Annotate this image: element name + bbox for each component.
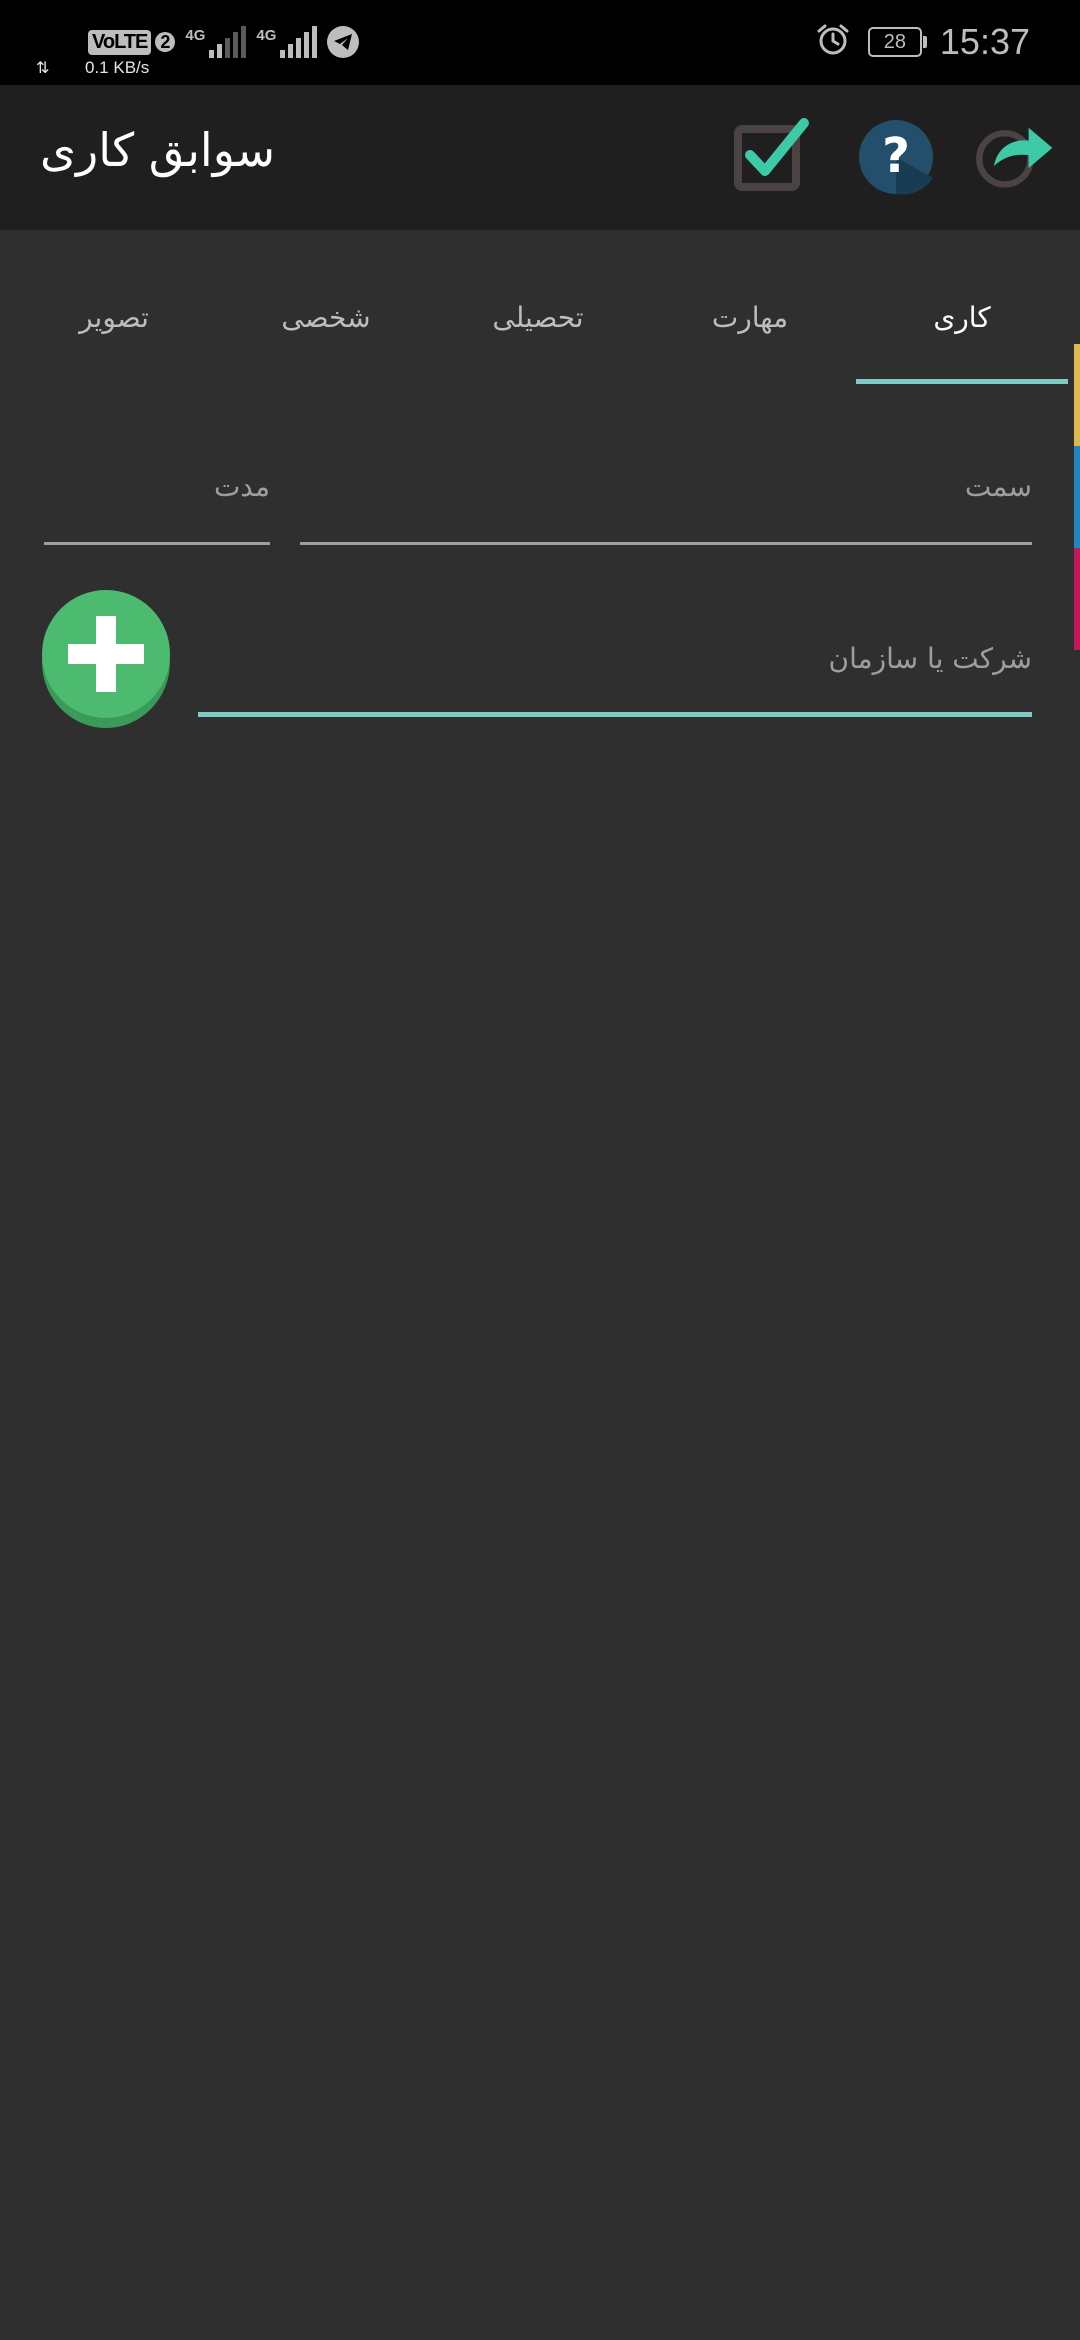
side-strip-yellow[interactable] [1074, 344, 1080, 446]
share-icon [976, 127, 1053, 188]
signal-group-2: 4G [256, 26, 318, 58]
share-button[interactable] [972, 115, 1056, 199]
plus-icon [42, 590, 170, 728]
status-right-icons: 28 15:37 [816, 18, 1030, 66]
data-transfer-icon: ⇅ [36, 58, 50, 77]
page-title: سوابق کاری [40, 123, 276, 177]
clock-time: 15:37 [939, 21, 1030, 62]
alarm-icon [816, 23, 850, 61]
help-button[interactable]: ? [854, 115, 938, 199]
company-input[interactable] [198, 628, 1032, 688]
tab-bar: کاری مهارت تحصیلی شخصی تصویر [0, 250, 1080, 385]
active-tab-indicator [856, 379, 1068, 384]
network-type-2: 4G [256, 27, 277, 44]
signal-bars-2-icon [280, 26, 318, 58]
help-icon: ? [859, 120, 933, 195]
volte-sim-number: 2 [155, 32, 176, 52]
app-bar: سوابق کاری ? [0, 85, 1080, 230]
battery-icon: 28 [867, 27, 927, 57]
battery-level: 28 [883, 30, 907, 53]
position-underline [300, 542, 1032, 545]
network-type-1: 4G [185, 27, 206, 44]
telegram-icon [327, 26, 360, 58]
tab-skill-label: مهارت [711, 301, 789, 334]
company-underline [198, 712, 1032, 717]
volte-badge: VoLTE [88, 29, 152, 55]
signal-bars-1-icon [209, 26, 247, 58]
status-bar: VoLTE 2 4G 4G ⇅ 0.1 KB/s 28 15:37 [0, 0, 1080, 85]
tab-work-label: کاری [933, 301, 991, 334]
tab-work[interactable]: کاری [856, 250, 1068, 385]
confirm-checkbox-icon [734, 118, 809, 191]
side-strip-blue[interactable] [1074, 446, 1080, 548]
add-item-button[interactable] [40, 588, 172, 730]
duration-input[interactable] [44, 456, 270, 516]
signal-group-1: 4G [185, 26, 247, 58]
duration-underline [44, 542, 270, 545]
status-left-icons: VoLTE 2 4G 4G [88, 22, 360, 62]
position-field-container [300, 456, 1032, 545]
tab-image[interactable]: تصویر [8, 250, 220, 385]
tab-image-label: تصویر [79, 301, 149, 334]
company-field-container [198, 628, 1032, 717]
duration-field-container [44, 456, 270, 545]
confirm-button[interactable] [730, 115, 814, 199]
tab-education-label: تحصیلی [492, 301, 584, 334]
network-speed: 0.1 KB/s [85, 58, 150, 77]
side-strip-pink[interactable] [1074, 548, 1080, 650]
tab-personal-label: شخصی [281, 301, 371, 334]
tab-personal[interactable]: شخصی [220, 250, 432, 385]
svg-text:?: ? [882, 128, 910, 184]
tab-education[interactable]: تحصیلی [432, 250, 644, 385]
position-input[interactable] [300, 456, 1032, 516]
tab-skill[interactable]: مهارت [644, 250, 856, 385]
